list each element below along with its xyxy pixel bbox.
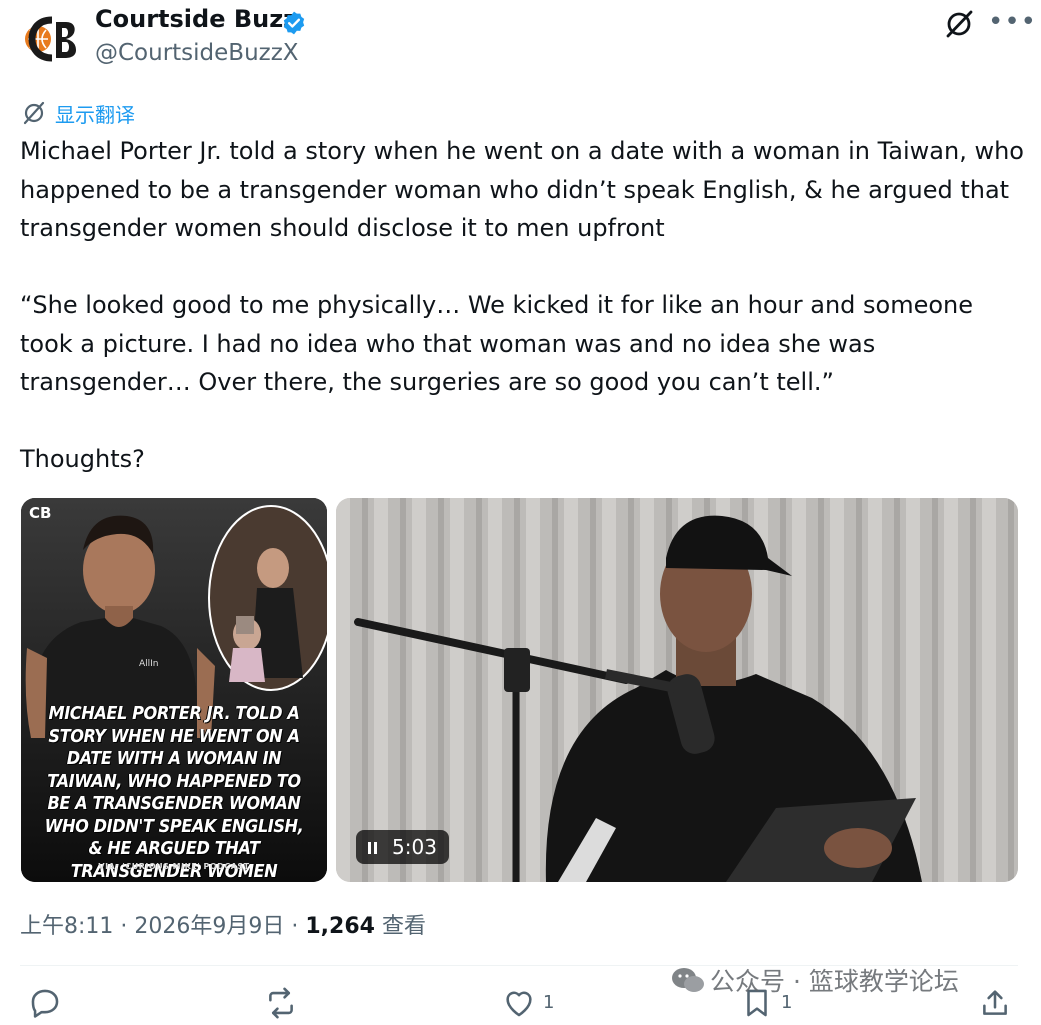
- svg-text:AllIn: AllIn: [139, 659, 159, 669]
- meta-separator: ·: [113, 914, 135, 939]
- views-count: 1,264: [305, 914, 375, 939]
- courtside-buzz-logo-icon: [25, 16, 76, 62]
- reply-icon[interactable]: [28, 986, 62, 1020]
- avatar[interactable]: [22, 10, 80, 68]
- post-paragraph-2: “She looked good to me physically… We ki…: [20, 291, 974, 396]
- post-paragraph-1: Michael Porter Jr. told a story when he …: [20, 137, 1024, 242]
- video-duration: 5:03: [392, 835, 437, 859]
- meta-separator: ·: [284, 914, 306, 939]
- author-handle[interactable]: @CourtsideBuzzX: [95, 40, 299, 66]
- share-icon[interactable]: [978, 986, 1012, 1020]
- post-date[interactable]: 2026年9月9日: [134, 914, 284, 939]
- graphic-credit: VIA: 'CURIOUS MIKE' PODCAST: [98, 862, 250, 871]
- pause-icon[interactable]: [368, 835, 380, 859]
- grok-icon[interactable]: [944, 9, 974, 39]
- translate-icon[interactable]: [22, 101, 46, 125]
- views-label: 查看: [374, 914, 426, 939]
- repost-icon[interactable]: [264, 986, 298, 1020]
- media-image-graphic[interactable]: AllIn CB MICHAEL PORTER JR. TOLD A STORY…: [21, 498, 327, 882]
- wechat-icon: [672, 968, 704, 992]
- more-options-icon[interactable]: •••: [988, 8, 1037, 36]
- show-translation-link[interactable]: 显示翻译: [55, 99, 135, 128]
- author-name[interactable]: Courtside Buzz: [95, 5, 297, 33]
- post-meta: 上午8:11 · 2026年9月9日 · 1,264 查看: [20, 908, 426, 940]
- verified-badge-icon[interactable]: [281, 10, 307, 36]
- post-time[interactable]: 上午8:11: [20, 914, 113, 939]
- watermark-text: 公众号 · 篮球教学论坛: [710, 967, 959, 996]
- video-thumbnail: [336, 498, 1018, 882]
- video-duration-badge[interactable]: 5:03: [356, 830, 449, 864]
- like-count: 1: [543, 992, 555, 1013]
- watermark: 公众号 · 篮球教学论坛: [670, 962, 959, 998]
- media-video[interactable]: 5:03: [336, 498, 1018, 882]
- post-text: Michael Porter Jr. told a story when he …: [20, 132, 1025, 479]
- post-paragraph-3: Thoughts?: [20, 445, 145, 473]
- graphic-logo: CB: [29, 504, 52, 522]
- like-icon[interactable]: [502, 986, 536, 1020]
- graphic-headline: MICHAEL PORTER JR. TOLD A STORY WHEN HE …: [44, 703, 304, 882]
